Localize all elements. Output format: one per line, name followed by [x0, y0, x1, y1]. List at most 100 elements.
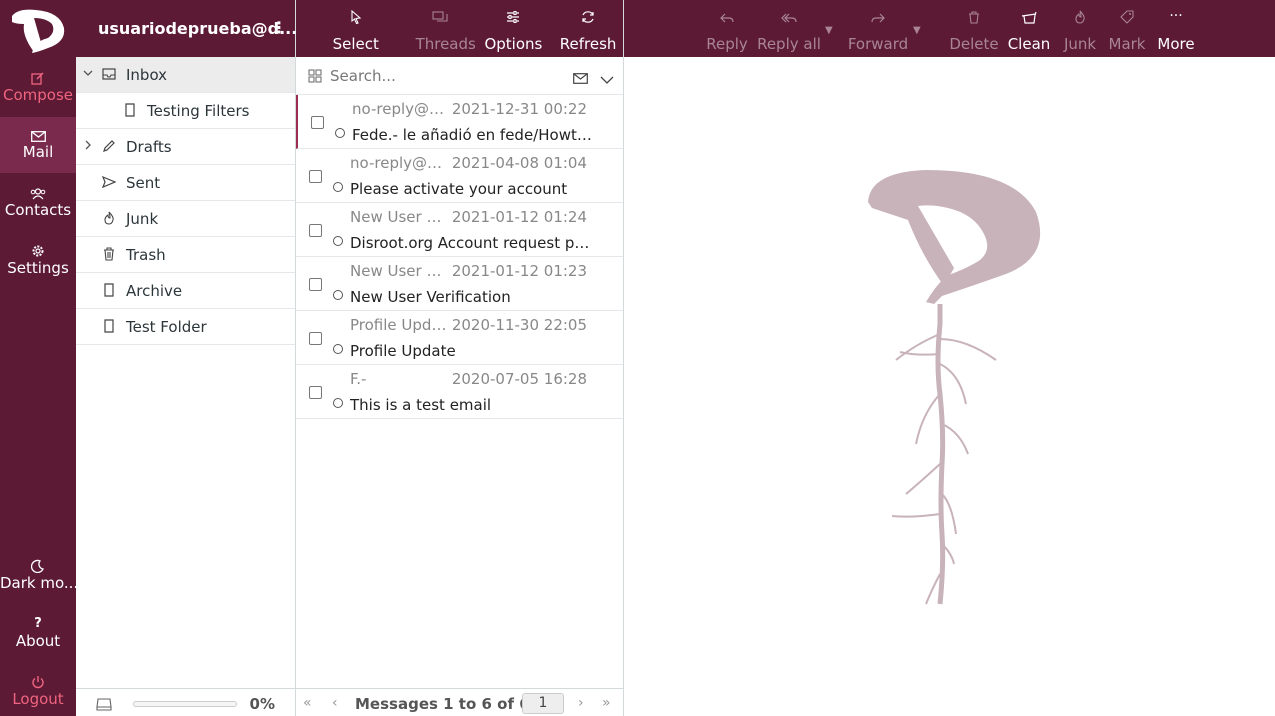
folder-item-sent[interactable]: Sent — [76, 165, 295, 201]
message-subject: Disroot.org Account request pen... — [350, 234, 590, 252]
reply-all-dropdown-icon[interactable]: ▼ — [825, 25, 833, 36]
disroot-watermark-logo — [868, 170, 1041, 605]
about-button[interactable]: ? About — [0, 606, 76, 662]
cursor-icon — [296, 9, 416, 28]
grid-icon[interactable] — [308, 68, 322, 87]
options-button[interactable]: Options — [464, 0, 554, 57]
folder-item-drafts[interactable]: Drafts — [76, 129, 295, 165]
chevron-down-icon[interactable] — [82, 67, 96, 81]
unread-status-icon[interactable] — [333, 182, 343, 192]
unread-status-icon[interactable] — [333, 236, 343, 246]
reply-all-icon — [756, 10, 822, 28]
trash-icon — [949, 10, 999, 28]
message-list: no-reply@di... 2021-12-31 00:22 Fede.- l… — [296, 95, 623, 419]
fire-icon — [102, 211, 116, 225]
message-date: 2020-11-30 22:05 — [451, 316, 587, 334]
trash-icon — [102, 247, 116, 261]
threads-button[interactable]: Threads — [416, 0, 476, 57]
folder-item-testing-filters[interactable]: Testing Filters — [76, 93, 295, 129]
chevron-right-icon[interactable] — [82, 139, 96, 153]
message-row[interactable]: no-reply@d... 2021-04-08 01:04 Please ac… — [296, 149, 623, 203]
refresh-icon — [553, 10, 623, 28]
message-sender: Profile Upda... — [350, 316, 448, 334]
unread-status-icon[interactable] — [333, 398, 343, 408]
disroot-logo[interactable] — [8, 6, 68, 54]
message-sender: F.- — [350, 370, 367, 388]
refresh-button[interactable]: Refresh — [553, 0, 623, 57]
quota-footer: 0% — [76, 688, 295, 716]
dark-mode-button[interactable]: Dark mo... — [0, 548, 76, 604]
more-button[interactable]: ··· More — [1154, 0, 1198, 53]
message-checkbox[interactable] — [309, 386, 322, 399]
mark-button[interactable]: Mark — [1106, 0, 1148, 53]
reply-button[interactable]: Reply — [702, 0, 752, 53]
account-menu-icon[interactable]: ⋮ — [271, 18, 287, 37]
message-row[interactable]: F.- 2020-07-05 16:28 This is a test emai… — [296, 365, 623, 419]
message-subject: Please activate your account — [350, 180, 568, 198]
sliders-icon — [474, 10, 554, 28]
chevron-down-icon[interactable] — [600, 70, 614, 89]
envelope-filter-icon[interactable] — [573, 69, 588, 88]
forward-icon — [846, 10, 910, 28]
select-button[interactable]: Select — [296, 0, 416, 57]
folder-item-inbox[interactable]: Inbox — [76, 57, 295, 93]
folder-item-trash[interactable]: Trash — [76, 237, 295, 273]
previous-page-icon[interactable]: ‹ — [332, 695, 338, 711]
forward-dropdown-icon[interactable]: ▼ — [913, 25, 921, 36]
message-checkbox[interactable] — [309, 278, 322, 291]
message-date: 2021-12-31 00:22 — [451, 100, 587, 118]
search-bar — [296, 57, 623, 95]
junk-button[interactable]: Junk — [1058, 0, 1102, 53]
threads-icon — [416, 10, 464, 28]
page-number-input[interactable]: 1 — [522, 693, 564, 714]
search-input[interactable] — [330, 65, 560, 87]
message-content-panel: Reply Reply all ▼ Forward ▼ Delete Clean… — [624, 0, 1275, 716]
contacts-icon — [0, 175, 76, 200]
first-page-icon[interactable]: « — [303, 695, 312, 711]
envelope-icon — [0, 117, 76, 142]
hard-drive-icon — [96, 696, 112, 711]
folder-item-junk[interactable]: Junk — [76, 201, 295, 237]
folder-panel: usuariodeprueba@d... ⋮ Inbox Testing Fil… — [76, 0, 297, 716]
pencil-icon — [102, 139, 116, 153]
mail-button[interactable]: Mail — [0, 117, 76, 173]
message-row[interactable]: Profile Upda... 2020-11-30 22:05 Profile… — [296, 311, 623, 365]
message-count: Messages 1 to 6 of 6 — [355, 695, 530, 713]
forward-button[interactable]: Forward — [846, 0, 910, 53]
message-date: 2021-01-12 01:24 — [451, 208, 587, 226]
folder-item-test-folder[interactable]: Test Folder — [76, 309, 295, 345]
message-subject: This is a test email — [350, 396, 492, 414]
pagination-footer: « ‹ Messages 1 to 6 of 6 1 › » — [296, 688, 623, 716]
inbox-icon — [102, 67, 116, 81]
compose-button[interactable]: Compose — [0, 60, 76, 116]
archive-icon — [102, 283, 116, 297]
unread-status-icon[interactable] — [333, 344, 343, 354]
message-checkbox[interactable] — [309, 170, 322, 183]
reply-icon — [702, 10, 752, 28]
unread-status-icon[interactable] — [333, 290, 343, 300]
message-row[interactable]: New User Re... 2021-01-12 01:24 Disroot.… — [296, 203, 623, 257]
message-toolbar: Reply Reply all ▼ Forward ▼ Delete Clean… — [624, 0, 1275, 57]
next-page-icon[interactable]: › — [578, 695, 584, 711]
contacts-button[interactable]: Contacts — [0, 175, 76, 231]
logout-button[interactable]: Logout — [0, 664, 76, 716]
delete-button[interactable]: Delete — [949, 0, 999, 53]
reply-all-button[interactable]: Reply all — [756, 0, 822, 53]
message-list-panel: Select Threads Options Refresh Search...… — [296, 0, 624, 716]
gear-icon — [0, 233, 76, 257]
message-checkbox[interactable] — [309, 332, 322, 345]
moon-icon — [0, 548, 76, 574]
message-date: 2021-01-12 01:23 — [451, 262, 587, 280]
folder-icon — [123, 103, 137, 117]
folder-item-archive[interactable]: Archive — [76, 273, 295, 309]
settings-button[interactable]: Settings — [0, 233, 76, 289]
clean-button[interactable]: Clean — [1005, 0, 1053, 53]
message-subject: Profile Update — [350, 342, 456, 360]
message-checkbox[interactable] — [311, 116, 324, 129]
message-row[interactable]: New User Re... 2021-01-12 01:23 New User… — [296, 257, 623, 311]
message-checkbox[interactable] — [309, 224, 322, 237]
unread-status-icon[interactable] — [335, 128, 345, 138]
last-page-icon[interactable]: » — [602, 695, 611, 711]
message-row[interactable]: no-reply@di... 2021-12-31 00:22 Fede.- l… — [296, 95, 623, 149]
message-date: 2021-04-08 01:04 — [451, 154, 587, 172]
